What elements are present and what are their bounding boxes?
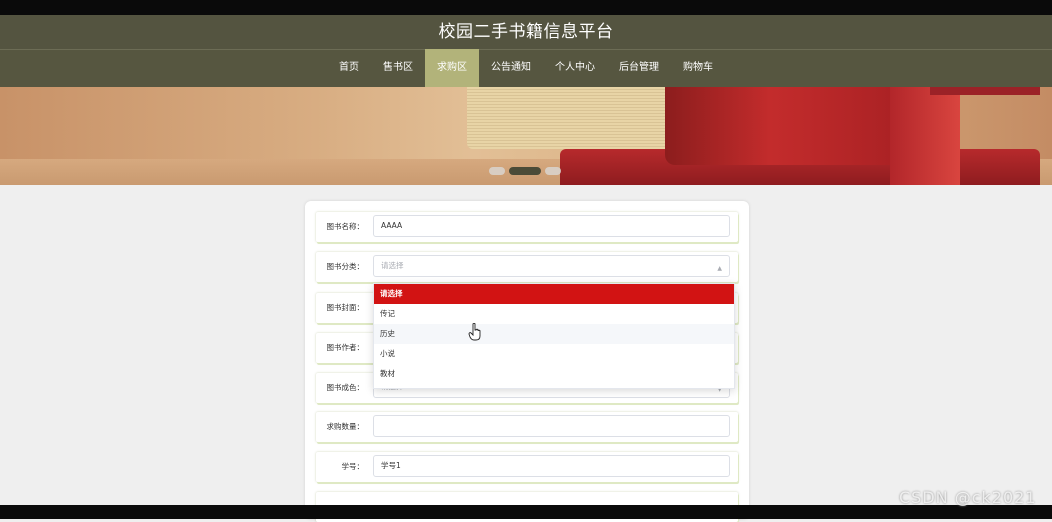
carousel-dot-active[interactable]: [509, 167, 541, 175]
book-name-label: 图书名称：: [326, 222, 365, 231]
form-row-quantity: 求购数量：: [316, 412, 738, 442]
site-title: 校园二手书籍信息平台: [438, 22, 614, 42]
nav-cart[interactable]: 购物车: [671, 49, 725, 87]
category-select[interactable]: 请选择 ▲: [373, 255, 730, 277]
dropdown-option[interactable]: 历史: [374, 324, 734, 344]
dropdown-option[interactable]: 传记: [374, 304, 734, 324]
form-row-student-id: 学号： 学号1: [316, 452, 738, 482]
dropdown-option[interactable]: 教材: [374, 364, 734, 384]
hand-cursor-icon: [468, 323, 481, 341]
dropdown-option[interactable]: 小说: [374, 344, 734, 364]
category-label: 图书分类：: [326, 262, 365, 271]
quantity-label: 求购数量：: [326, 422, 365, 431]
watermark: CSDN @ck2021: [899, 488, 1037, 507]
banner-book-pages: [467, 87, 692, 149]
form-row-category: 图书分类： 请选择 ▲: [316, 252, 738, 282]
banner-red-book-top: [930, 87, 1040, 95]
chevron-up-icon: ▲: [717, 265, 722, 272]
banner-red-book-spine: [890, 87, 960, 185]
nav-home[interactable]: 首页: [327, 49, 371, 87]
quantity-input[interactable]: [373, 415, 730, 437]
nav-personal-center[interactable]: 个人中心: [543, 49, 607, 87]
main-nav: 首页 售书区 求购区 公告通知 个人中心 后台管理 购物车: [0, 49, 1052, 87]
condition-label: 图书成色：: [326, 383, 365, 392]
bottom-letterbox: [0, 505, 1052, 519]
nav-admin[interactable]: 后台管理: [607, 49, 671, 87]
book-name-input[interactable]: AAAA: [373, 215, 730, 237]
carousel-indicators: [489, 167, 561, 175]
carousel-dot[interactable]: [489, 167, 505, 175]
category-dropdown: 请选择 传记 历史 小说 教材: [373, 283, 735, 389]
category-placeholder: 请选择: [381, 261, 404, 270]
student-id-label: 学号：: [341, 462, 365, 471]
top-letterbox: [0, 0, 1052, 15]
nav-announcements[interactable]: 公告通知: [479, 49, 543, 87]
nav-sell-books[interactable]: 售书区: [371, 49, 425, 87]
student-id-input[interactable]: 学号1: [373, 455, 730, 477]
dropdown-option[interactable]: 请选择: [374, 284, 734, 304]
carousel-dot[interactable]: [545, 167, 561, 175]
nav-wanted-books[interactable]: 求购区: [425, 49, 479, 87]
cover-label: 图书封面：: [326, 303, 365, 312]
author-label: 图书作者：: [326, 343, 365, 352]
form-row-book-name: 图书名称： AAAA: [316, 212, 738, 242]
